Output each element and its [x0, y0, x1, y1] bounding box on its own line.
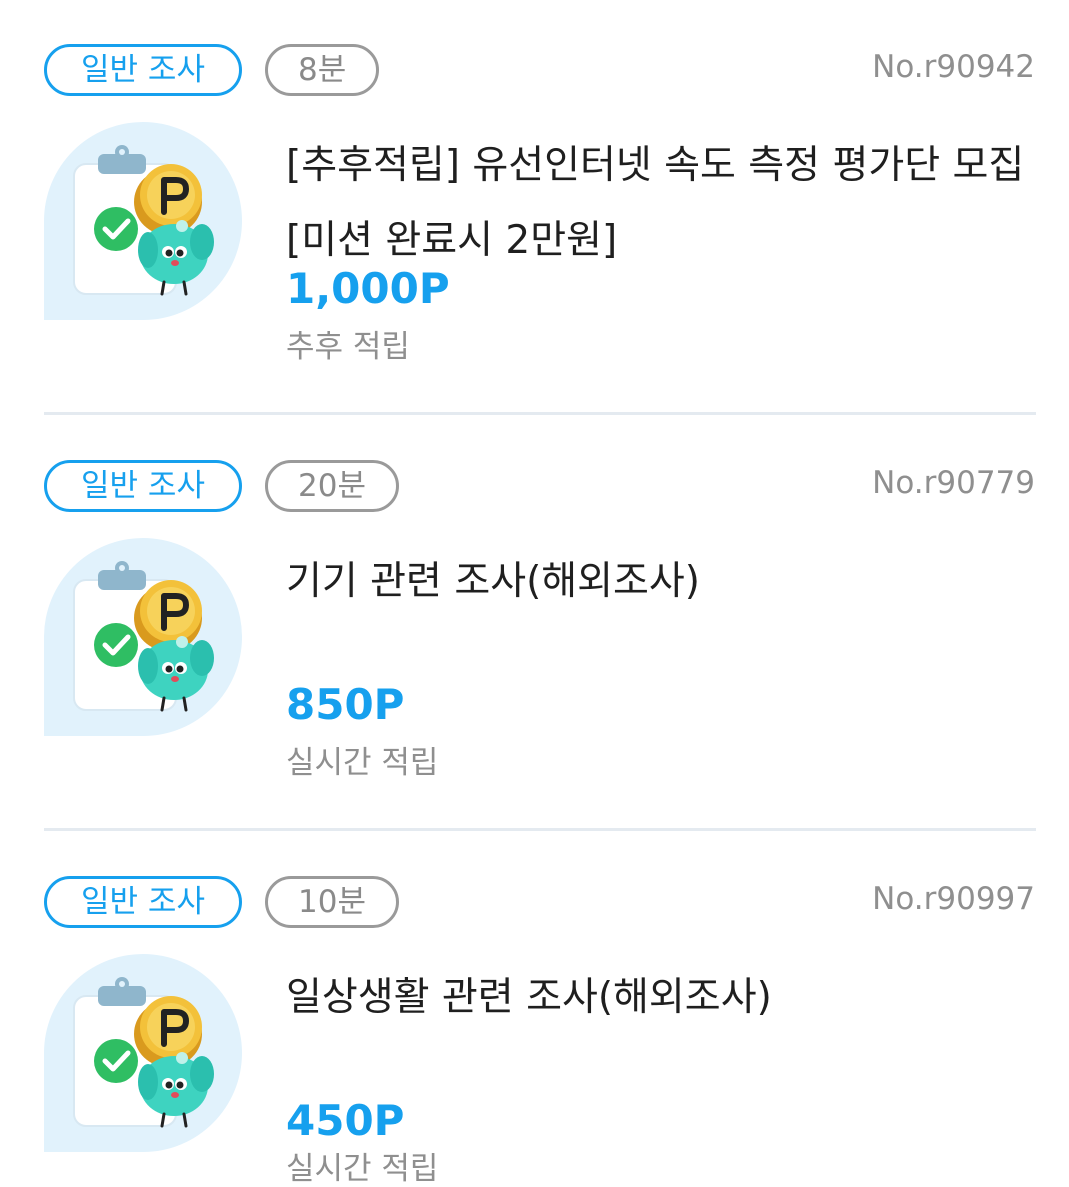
- divider: [44, 828, 1036, 831]
- survey-card-2[interactable]: 일반 조사 20분 No.r90779 기기 관련 조사(해외조사) 850P …: [0, 416, 1069, 832]
- survey-points-mascot-icon: [44, 538, 242, 736]
- reward-points: 850P: [286, 680, 405, 729]
- survey-points-mascot-icon: [44, 954, 242, 1152]
- survey-card-3[interactable]: 일반 조사 10분 No.r90997 일상생활 관련 조사(해외조사) 450…: [0, 832, 1069, 1185]
- reward-points: 1,000P: [286, 264, 450, 313]
- survey-type-badge: 일반 조사: [44, 44, 242, 96]
- duration-badge: 10분: [265, 876, 399, 928]
- survey-number: No.r90942: [872, 49, 1035, 85]
- survey-title: [추후적립] 유선인터넷 속도 측정 평가단 모집 [미션 완료시 2만원]: [286, 143, 1025, 263]
- survey-type-badge: 일반 조사: [44, 876, 242, 928]
- duration-badge: 20분: [265, 460, 399, 512]
- payout-type: 추후 적립: [286, 329, 410, 365]
- reward-points: 450P: [286, 1096, 405, 1145]
- survey-title: 기기 관련 조사(해외조사): [286, 559, 701, 604]
- survey-points-mascot-icon: [44, 122, 242, 320]
- divider: [44, 412, 1036, 415]
- payout-type: 실시간 적립: [286, 745, 439, 781]
- payout-type: 실시간 적립: [286, 1151, 439, 1187]
- survey-card-1[interactable]: 일반 조사 8분 No.r90942 [추후적립] 유선인터넷 속도 측정 평가…: [0, 0, 1069, 416]
- survey-title: 일상생활 관련 조사(해외조사): [286, 975, 772, 1020]
- survey-number: No.r90779: [872, 465, 1035, 501]
- survey-number: No.r90997: [872, 881, 1035, 917]
- survey-type-badge: 일반 조사: [44, 460, 242, 512]
- duration-badge: 8분: [265, 44, 380, 96]
